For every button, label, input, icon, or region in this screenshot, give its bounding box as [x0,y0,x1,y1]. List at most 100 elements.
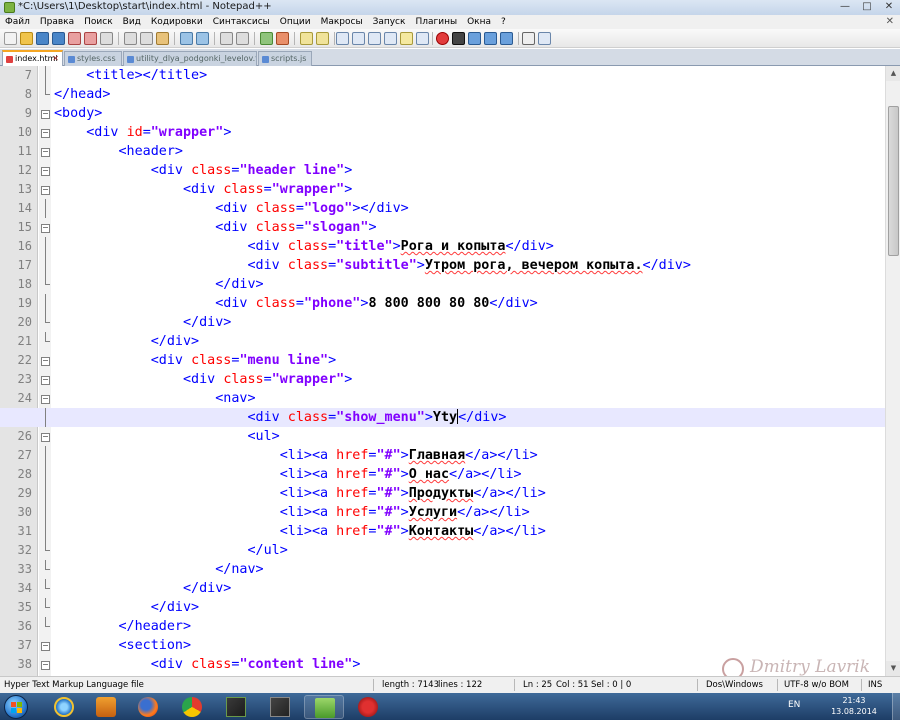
code-text[interactable]: <div class="phone">8 800 800 80 80</div> [54,294,538,313]
code-line[interactable]: </ul> [0,541,885,560]
find-icon[interactable] [220,32,233,45]
maximize-button[interactable]: □ [856,0,878,15]
save-all-icon[interactable] [52,32,65,45]
fold-toggle-icon[interactable] [41,636,50,655]
code-text[interactable]: <div id="wrapper"> [54,123,231,142]
start-button[interactable] [4,695,28,719]
menu-run[interactable]: Запуск [368,15,411,29]
code-text[interactable]: <li><a href="#">Контакты</a></li> [54,522,546,541]
code-text[interactable]: </div> [54,598,199,617]
show-desktop-button[interactable] [892,693,900,720]
save-icon[interactable] [36,32,49,45]
fold-toggle-icon[interactable] [41,218,50,237]
close-document-icon[interactable]: ✕ [886,15,894,29]
code-line[interactable]: <div class="menu line"> [0,351,885,370]
code-line[interactable]: <ul> [0,427,885,446]
stop-macro-icon[interactable] [452,32,465,45]
code-line[interactable]: <body> [0,104,885,123]
code-text[interactable]: <li><a href="#">Продукты</a></li> [54,484,546,503]
menu-window[interactable]: Окна [462,15,496,29]
code-text[interactable]: <div class="subtitle">Утром рога, вечеро… [54,256,690,275]
plugin-tool-icon[interactable] [538,32,551,45]
menu-edit[interactable]: Правка [35,15,79,29]
spell-check-icon[interactable] [522,32,535,45]
code-line[interactable]: <div class="wrapper"> [0,370,885,389]
code-line[interactable]: </div> [0,598,885,617]
play-macro-icon[interactable] [468,32,481,45]
input-language[interactable]: EN [788,700,800,710]
taskbar-app-red[interactable] [348,695,388,719]
code-line[interactable]: <header> [0,142,885,161]
code-text[interactable]: <div class="logo"></div> [54,199,409,218]
code-line[interactable]: </header> [0,617,885,636]
close-icon[interactable] [68,32,81,45]
function-list-icon[interactable] [416,32,429,45]
fold-toggle-icon[interactable] [41,142,50,161]
code-line[interactable]: </nav> [0,560,885,579]
play-macro-multiple-icon[interactable] [484,32,497,45]
code-text[interactable]: </nav> [54,560,263,579]
code-line[interactable]: </div> [0,313,885,332]
fold-toggle-icon[interactable] [41,180,50,199]
paste-icon[interactable] [156,32,169,45]
code-line[interactable]: </div> [0,332,885,351]
new-file-icon[interactable] [4,32,17,45]
user-lang-icon[interactable] [384,32,397,45]
code-text[interactable]: <div class="menu line"> [54,351,336,370]
taskbar-notepadpp[interactable] [304,695,344,719]
tab-styles-css[interactable]: styles.css [64,51,122,66]
menu-plugins[interactable]: Плагины [410,15,462,29]
code-line[interactable]: <div class="subtitle">Утром рога, вечеро… [0,256,885,275]
code-text[interactable]: </div> [54,579,231,598]
code-text[interactable]: <div class="slogan"> [54,218,376,237]
code-line[interactable]: <li><a href="#">О нас</a></li> [0,465,885,484]
code-text[interactable]: <nav> [54,389,255,408]
fold-toggle-icon[interactable] [41,123,50,142]
fold-toggle-icon[interactable] [41,104,50,123]
cut-icon[interactable] [124,32,137,45]
taskbar-chrome[interactable] [172,695,212,719]
vertical-scrollbar[interactable]: ▲ ▼ [885,66,900,676]
code-text[interactable]: <body> [54,104,102,123]
code-line[interactable]: <div class="wrapper"> [0,180,885,199]
code-text[interactable]: <header> [54,142,184,161]
code-editor[interactable]: 7891011121314151617181920212223242526272… [0,66,885,676]
menu-view[interactable]: Вид [118,15,146,29]
fold-toggle-icon[interactable] [41,161,50,180]
doc-map-icon[interactable] [400,32,413,45]
code-line[interactable]: <div class="title">Рога и копыта</div> [0,237,885,256]
taskbar-app-dark[interactable] [260,695,300,719]
code-line[interactable]: <div class="logo"></div> [0,199,885,218]
taskbar-app-green[interactable] [216,695,256,719]
code-text[interactable]: <li><a href="#">Главная</a></li> [54,446,538,465]
indent-guide-icon[interactable] [368,32,381,45]
code-text[interactable]: </header> [54,617,192,636]
zoom-in-icon[interactable] [260,32,273,45]
open-file-icon[interactable] [20,32,33,45]
code-line[interactable]: <section> [0,636,885,655]
fold-toggle-icon[interactable] [41,655,50,674]
code-text[interactable]: <section> [54,636,192,655]
scrollbar-thumb[interactable] [888,106,899,256]
tab-scripts-js[interactable]: scripts.js [258,51,312,66]
scroll-up-icon[interactable]: ▲ [886,66,900,81]
code-text[interactable]: <li><a href="#">Услуги</a></li> [54,503,530,522]
code-text[interactable]: <ul> [54,427,279,446]
code-text[interactable]: <div class="title">Рога и копыта</div> [54,237,553,256]
code-line[interactable]: <li><a href="#">Услуги</a></li> [0,503,885,522]
code-text[interactable]: <div class="show_menu">Yty</div> [54,408,506,427]
tab-index-html[interactable]: index.html ✕ [2,50,63,66]
replace-icon[interactable] [236,32,249,45]
code-text[interactable]: </ul> [54,541,287,560]
code-line[interactable]: <nav> [0,389,885,408]
close-window-button[interactable]: ✕ [878,0,900,15]
show-all-chars-icon[interactable] [352,32,365,45]
menu-encoding[interactable]: Кодировки [146,15,208,29]
code-line[interactable]: <div class="header line"> [0,161,885,180]
sync-scroll-v-icon[interactable] [300,32,313,45]
word-wrap-icon[interactable] [336,32,349,45]
code-line[interactable]: <div class="phone">8 800 800 80 80</div> [0,294,885,313]
close-all-icon[interactable] [84,32,97,45]
code-text[interactable]: <div class="wrapper"> [54,180,352,199]
fold-toggle-icon[interactable] [41,351,50,370]
